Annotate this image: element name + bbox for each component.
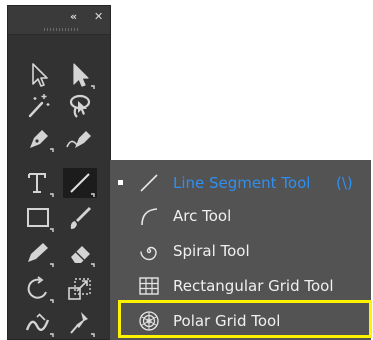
lasso-tool-icon: [69, 94, 91, 118]
eraser-tool-icon: [71, 246, 95, 267]
shaper-tool[interactable]: [22, 238, 56, 268]
magic-wand-tool-icon: [28, 94, 50, 118]
pen-tool-icon: [30, 130, 54, 152]
flyout-item-rectangular-grid-tool[interactable]: Rectangular Grid Tool: [110, 268, 372, 304]
eraser-tool[interactable]: [63, 238, 97, 268]
puppet-warp-tool-icon: [70, 312, 95, 337]
selection-tool-icon: [32, 63, 48, 87]
current-tool-indicator: [118, 180, 123, 185]
rectangle-tool[interactable]: [22, 203, 56, 233]
flyout-item-label: Rectangular Grid Tool: [173, 277, 334, 295]
paintbrush-tool-icon: [70, 207, 91, 229]
scale-tool-icon: [68, 278, 91, 300]
rotate-tool-icon: [27, 276, 54, 303]
type-tool[interactable]: [22, 168, 56, 198]
highlight-box: [118, 300, 372, 338]
spiral-icon: [140, 246, 157, 261]
shaper-tool-icon: [28, 243, 54, 267]
flyout-item-label: Spiral Tool: [173, 242, 250, 260]
flyout-item-label: Arc Tool: [173, 207, 232, 225]
close-panel-button[interactable]: ✕: [94, 11, 103, 23]
flyout-item-shortcut: (\): [336, 174, 353, 192]
direct-selection-tool[interactable]: [63, 60, 97, 90]
width-tool[interactable]: [22, 308, 56, 338]
pen-tool[interactable]: [22, 123, 56, 153]
paintbrush-tool[interactable]: [63, 203, 97, 233]
panel-header[interactable]: « ✕: [8, 6, 110, 35]
flyout-item-arc-tool[interactable]: Arc Tool: [110, 198, 372, 234]
flyout-item-spiral-tool[interactable]: Spiral Tool: [110, 233, 372, 269]
tools-panel: « ✕: [7, 5, 111, 340]
magic-wand-tool[interactable]: [22, 91, 56, 121]
direct-selection-tool-icon: [73, 63, 95, 89]
rectangle-tool-icon: [27, 208, 54, 232]
arc-icon: [141, 208, 158, 226]
flyout-item-label: Line Segment Tool: [173, 174, 311, 192]
collapse-panel-button[interactable]: «: [70, 11, 77, 23]
puppet-warp-tool[interactable]: [63, 308, 97, 338]
width-tool-icon: [25, 313, 54, 337]
rectangular-grid-icon: [139, 277, 159, 295]
line-segment-icon: [140, 174, 158, 192]
selection-tool[interactable]: [22, 60, 56, 90]
line-segment-tool[interactable]: [63, 168, 97, 198]
curvature-tool[interactable]: [63, 123, 97, 153]
curvature-tool-icon: [66, 131, 91, 148]
rotate-tool[interactable]: [22, 274, 56, 304]
type-tool-icon: [28, 173, 54, 197]
line-segment-tool-icon: [70, 173, 95, 197]
scale-tool[interactable]: [63, 274, 97, 304]
lasso-tool[interactable]: [63, 91, 97, 121]
panel-grip[interactable]: [44, 28, 78, 31]
flyout-item-line-segment-tool[interactable]: Line Segment Tool (\): [110, 165, 372, 201]
